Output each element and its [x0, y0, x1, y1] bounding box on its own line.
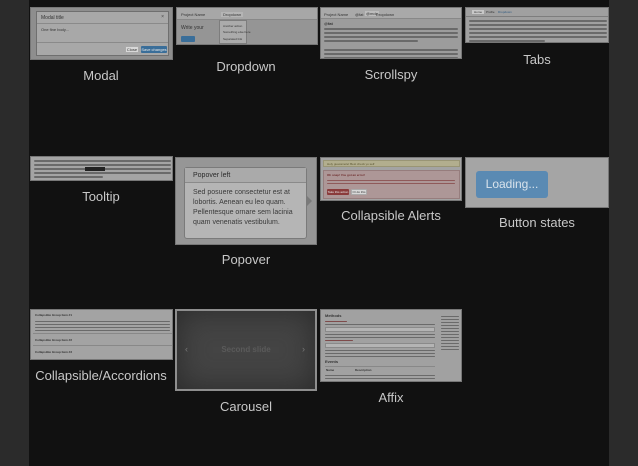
- modal-thumbnail[interactable]: Modal title × One fine body... Close Sav…: [30, 7, 173, 60]
- affix-subheading: Events: [325, 359, 339, 364]
- alert-or-this-button[interactable]: Or do this: [351, 189, 367, 195]
- affix-col-desc: Description: [355, 368, 372, 372]
- caption-carousel: Carousel: [219, 399, 273, 414]
- dropdown-brand: Project Name: [181, 12, 206, 17]
- accordion-demo[interactable]: Collapsible Group Item #1 Collapsible Gr…: [29, 308, 173, 388]
- accordion-header[interactable]: Collapsible Group Item #1: [35, 313, 72, 317]
- alerts-demo[interactable]: Holy guacamole! Best check yo self Oh sn…: [319, 156, 463, 236]
- dropdown-button[interactable]: [181, 36, 195, 42]
- scrollspy-tab[interactable]: Dropdown: [376, 12, 394, 17]
- dropdown-menu: Another action Something else here Separ…: [219, 20, 251, 44]
- scrollspy-thumbnail[interactable]: Project Name @fat @mdo Dropdown @fat: [320, 7, 462, 59]
- tabs-demo[interactable]: Home Profile Dropdown Tabs: [465, 0, 609, 80]
- modal-body: One fine body...: [41, 27, 69, 32]
- dropdown-toggle[interactable]: Dropdown: [221, 12, 244, 17]
- alert-warning: Holy guacamole! Best check yo self: [323, 160, 460, 167]
- caption-accordions: Collapsible/Accordions: [35, 368, 167, 383]
- carousel-slide-label: Second slide: [221, 345, 271, 354]
- accordion-thumbnail[interactable]: Collapsible Group Item #1 Collapsible Gr…: [30, 309, 173, 360]
- alert-take-action-button[interactable]: Take this action: [327, 189, 349, 195]
- modal-close-icon[interactable]: ×: [161, 14, 164, 20]
- caption-scrollspy: Scrollspy: [364, 67, 418, 82]
- tabs-thumbnail[interactable]: Home Profile Dropdown: [465, 7, 609, 43]
- tab-profile[interactable]: Profile: [486, 10, 495, 14]
- popover-box: Popover left Sed posuere consectetur est…: [184, 167, 307, 239]
- accordion-header[interactable]: Collapsible Group Item #2: [35, 338, 72, 342]
- carousel-thumbnail[interactable]: Second slide ‹ ›: [175, 309, 317, 391]
- tooltip-bubble: [85, 167, 105, 171]
- popover-demo[interactable]: Popover left Sed posuere consectetur est…: [174, 156, 318, 276]
- affix-sidebar-nav[interactable]: [441, 314, 459, 352]
- tab-home[interactable]: Home: [472, 10, 485, 14]
- scrollspy-tab[interactable]: @fat: [355, 12, 364, 17]
- alert-error: Oh snap! You got an error! Take this act…: [323, 170, 460, 199]
- dropdown-heading: Write your: [181, 25, 204, 31]
- carousel-indicators[interactable]: [240, 383, 252, 385]
- caption-modal: Modal: [83, 68, 119, 83]
- popover-title: Popover left: [185, 168, 306, 183]
- popover-body: Sed posuere consectetur est at lobortis.…: [193, 189, 293, 226]
- affix-col-name: Name: [326, 368, 335, 372]
- dropdown-demo[interactable]: Project Name Dropdown Write your Another…: [174, 0, 318, 80]
- tooltip-thumbnail[interactable]: [30, 156, 173, 181]
- alert-error-title: Oh snap! You got an error!: [327, 173, 365, 177]
- tab-dropdown[interactable]: Dropdown: [498, 10, 512, 14]
- dropdown-menu-item[interactable]: Another action: [223, 24, 242, 28]
- modal-save-button[interactable]: Save changes: [141, 46, 167, 53]
- demo-gallery: Modal title × One fine body... Close Sav…: [29, 0, 609, 466]
- carousel-prev-icon[interactable]: ‹: [185, 344, 188, 354]
- caption-tooltip: Tooltip: [82, 189, 120, 204]
- affix-demo[interactable]: Methods Events Name Description Affix: [319, 308, 463, 408]
- caption-popover: Popover: [221, 252, 271, 267]
- popover-thumbnail[interactable]: Popover left Sed posuere consectetur est…: [175, 157, 317, 245]
- alerts-thumbnail[interactable]: Holy guacamole! Best check yo self Oh sn…: [320, 157, 462, 201]
- accordion-header[interactable]: Collapsible Group Item #3: [35, 350, 72, 354]
- tooltip-demo[interactable]: Tooltip: [29, 156, 173, 216]
- caption-button-states: Button states: [499, 215, 575, 230]
- loading-button[interactable]: Loading...: [476, 171, 548, 198]
- affix-thumbnail[interactable]: Methods Events Name Description: [320, 309, 462, 382]
- button-states-demo[interactable]: Loading... Button states: [465, 156, 609, 236]
- button-states-thumbnail[interactable]: Loading...: [465, 157, 609, 208]
- caption-dropdown: Dropdown: [216, 59, 276, 74]
- scrollspy-demo[interactable]: Project Name @fat @mdo Dropdown @fat Scr…: [319, 0, 463, 90]
- dropdown-thumbnail[interactable]: Project Name Dropdown Write your Another…: [176, 7, 318, 45]
- modal-close-button[interactable]: Close: [125, 46, 139, 53]
- caption-collapsible-alerts: Collapsible Alerts: [341, 208, 441, 223]
- caption-affix: Affix: [378, 390, 404, 405]
- popover-arrow: [307, 196, 312, 206]
- carousel-next-icon[interactable]: ›: [302, 344, 305, 354]
- dropdown-menu-item[interactable]: Separated link: [223, 37, 242, 41]
- caption-tabs: Tabs: [523, 52, 551, 67]
- scrollspy-brand: Project Name: [324, 12, 349, 17]
- modal-dialog: Modal title × One fine body... Close Sav…: [36, 11, 169, 56]
- affix-heading: Methods: [325, 313, 342, 318]
- carousel-demo[interactable]: Second slide ‹ › Carousel: [174, 308, 318, 418]
- dropdown-menu-item[interactable]: Something else here: [223, 30, 251, 34]
- modal-demo[interactable]: Modal title × One fine body... Close Sav…: [29, 0, 173, 90]
- modal-title: Modal title: [41, 15, 64, 21]
